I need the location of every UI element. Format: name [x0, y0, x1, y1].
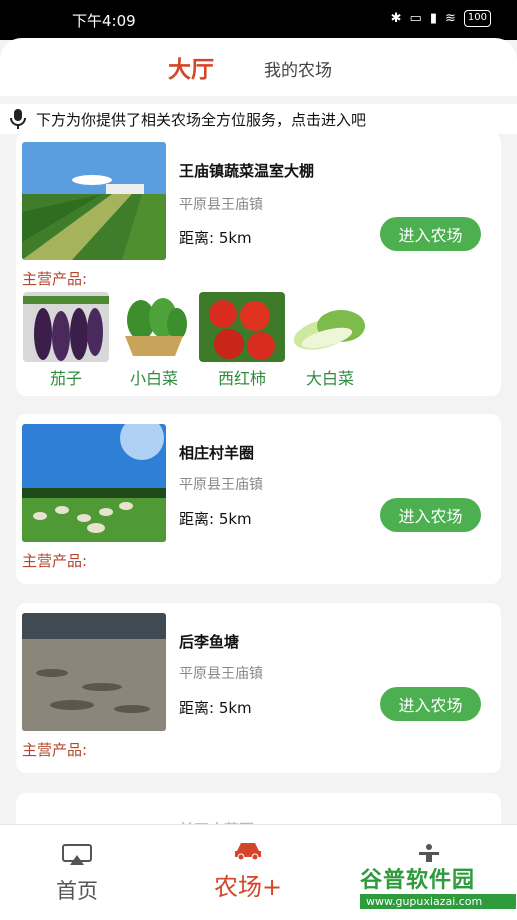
farm-card[interactable]: 王庙镇蔬菜温室大棚 平原县王庙镇 距离: 5km 进入农场 主营产品: 茄子 小… — [16, 132, 501, 396]
nav-home-label: 首页 — [56, 879, 98, 903]
notice-bar: 下方为你提供了相关农场全方位服务，点击进入吧 — [0, 104, 517, 134]
farm-card[interactable]: 后李鱼塘 平原县王庙镇 距离: 5km 进入农场 主营产品: — [16, 603, 501, 773]
main-products-label: 主营产品: — [22, 270, 88, 288]
watermark-title: 谷普软件园 — [360, 862, 516, 894]
top-tabs: 大厅 我的农场 — [0, 38, 517, 96]
tomato-icon — [199, 292, 285, 362]
farm-image-sheep — [22, 424, 166, 542]
enter-farm-button[interactable]: 进入农场 — [380, 498, 481, 532]
farm-image-fishpond — [22, 613, 166, 731]
farm-image-greenhouse — [22, 142, 166, 260]
watermark-url: www.gupuxiazai.com — [360, 894, 516, 909]
farm-distance: 距离: 5km — [179, 229, 252, 247]
nav-farm-label: 农场+ — [214, 873, 283, 901]
farm-address: 平原县王庙镇 — [179, 477, 263, 493]
farm-name: 后李鱼塘 — [179, 633, 240, 651]
farm-address: 平原县王庙镇 — [179, 666, 263, 682]
napa-cabbage-icon — [287, 292, 373, 362]
car-icon — [235, 843, 262, 861]
farm-address: 平原县王庙镇 — [179, 197, 263, 213]
enter-farm-button[interactable]: 进入农场 — [380, 217, 481, 251]
product-item[interactable]: 大白菜 — [286, 292, 374, 389]
product-item[interactable]: 茄子 — [22, 292, 110, 389]
tab-hall[interactable]: 大厅 — [168, 50, 214, 84]
watermark-logo: 谷普软件园 www.gupuxiazai.com — [360, 862, 516, 916]
wifi-icon: ≋ — [445, 11, 456, 26]
farm-card[interactable]: 相庄村羊圈 平原县王庙镇 距离: 5km 进入农场 主营产品: — [16, 414, 501, 584]
notice-text: 下方为你提供了相关农场全方位服务，点击进入吧 — [36, 110, 367, 129]
nav-home[interactable]: 首页 — [56, 843, 98, 905]
product-item[interactable]: 小白菜 — [110, 292, 198, 389]
bluetooth-icon: ✱ — [390, 11, 402, 26]
tab-my-farm[interactable]: 我的农场 — [264, 56, 332, 81]
farm-distance: 距离: 5km — [179, 510, 252, 528]
screen-cast-icon — [62, 844, 92, 865]
status-time: 下午4:09 — [72, 12, 136, 30]
main-products-label: 主营产品: — [22, 552, 88, 570]
battery-icon: 100 — [463, 10, 491, 27]
status-icons: ✱ ▭ ▮ ≋ 100 — [391, 10, 491, 27]
farm-name: 王庙镇蔬菜温室大棚 — [179, 162, 315, 180]
microphone-icon — [10, 109, 26, 129]
signal-icon: ▮ — [429, 11, 437, 26]
bok-choy-icon — [111, 292, 197, 362]
product-name: 小白菜 — [129, 369, 178, 388]
farm-name: 相庄村羊圈 — [179, 444, 255, 462]
product-name: 茄子 — [49, 369, 82, 388]
farm-distance: 距离: 5km — [179, 699, 252, 717]
status-bar: 下午4:09 ✱ ▭ ▮ ≋ 100 — [0, 0, 517, 40]
product-item[interactable]: 西红柿 — [198, 292, 286, 389]
nav-farm[interactable]: 农场+ — [214, 839, 282, 902]
enter-farm-button[interactable]: 进入农场 — [380, 687, 481, 721]
product-name: 大白菜 — [305, 369, 354, 388]
product-list: 茄子 小白菜 西红柿 大白菜 — [22, 292, 374, 389]
eggplant-icon — [23, 292, 109, 362]
main-products-label: 主营产品: — [22, 741, 88, 759]
vibrate-icon: ▭ — [409, 11, 422, 26]
product-name: 西红柿 — [217, 369, 266, 388]
